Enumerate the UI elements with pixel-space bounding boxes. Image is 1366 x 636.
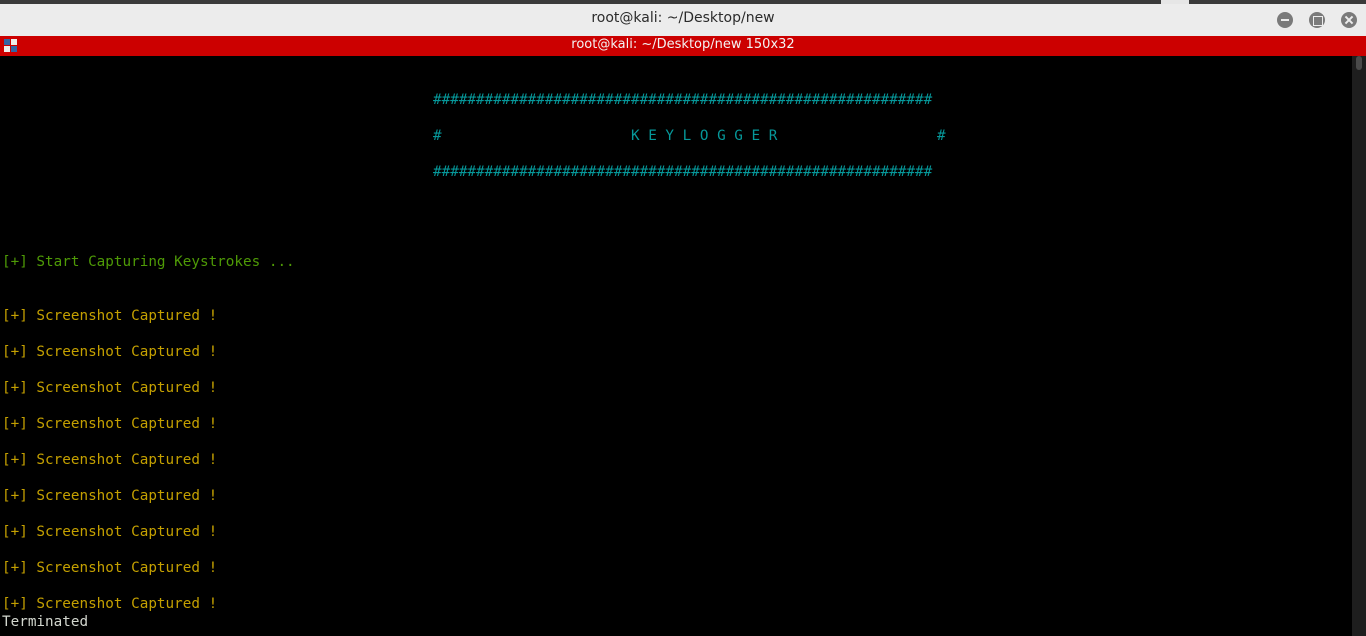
minimize-icon[interactable] (1277, 12, 1293, 28)
window-title: root@kali: ~/Desktop/new (591, 10, 775, 26)
terminal-scrollbar[interactable] (1352, 56, 1366, 636)
banner-title: K E Y L O G G E R (631, 128, 778, 144)
titlebar-accent (1161, 0, 1189, 4)
banner-top: ########################################… (433, 92, 933, 108)
scrollbar-thumb[interactable] (1356, 56, 1362, 70)
capture-line: [+] Screenshot Captured ! (2, 560, 218, 576)
capture-line: [+] Screenshot Captured ! (2, 416, 218, 432)
capture-line: [+] Screenshot Captured ! (2, 596, 218, 612)
terminal-window: root@kali: ~/Desktop/new root@kali: ~/De… (0, 0, 1366, 636)
capture-line: [+] Screenshot Captured ! (2, 380, 218, 396)
terminal-tab-bar[interactable]: root@kali: ~/Desktop/new 150x32 (0, 36, 1366, 56)
start-capture-line: [+] Start Capturing Keystrokes ... (2, 254, 295, 270)
banner-right-hash: # (937, 128, 946, 144)
capture-line: [+] Screenshot Captured ! (2, 344, 218, 360)
terminated-line: Terminated (2, 614, 89, 630)
tab-title: root@kali: ~/Desktop/new 150x32 (571, 37, 795, 52)
title-bar[interactable]: root@kali: ~/Desktop/new (0, 0, 1366, 36)
capture-line: [+] Screenshot Captured ! (2, 488, 218, 504)
banner-left-hash: # (433, 128, 442, 144)
terminal-output[interactable]: ########################################… (0, 56, 1352, 636)
capture-line: [+] Screenshot Captured ! (2, 452, 218, 468)
capture-line: [+] Screenshot Captured ! (2, 524, 218, 540)
banner-bottom: ########################################… (433, 164, 933, 180)
close-icon[interactable] (1341, 12, 1357, 28)
maximize-icon[interactable] (1309, 12, 1325, 28)
capture-line: [+] Screenshot Captured ! (2, 308, 218, 324)
